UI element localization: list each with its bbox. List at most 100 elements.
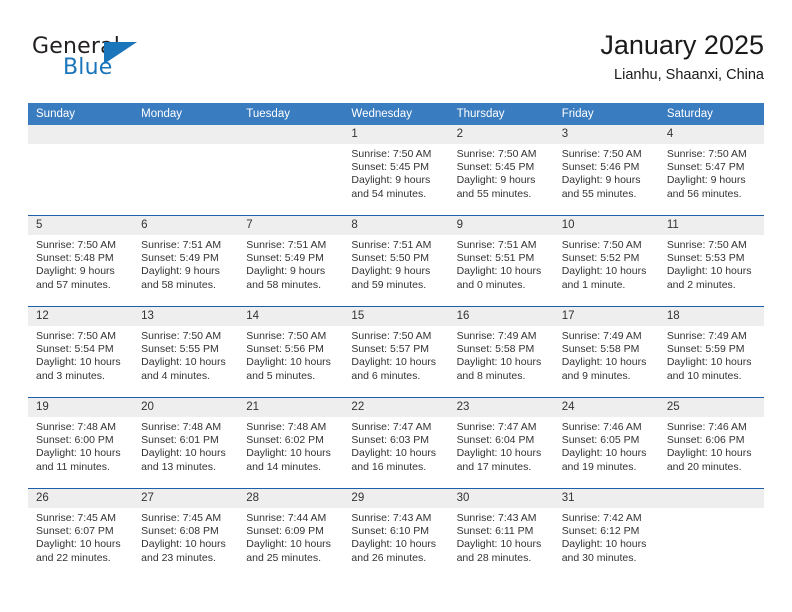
day-cell-inner: 1 Sunrise: 7:50 AM Sunset: 5:45 PM Daylight… [343, 125, 449, 215]
day-number: 23 [448, 398, 554, 417]
sunrise-time: Sunrise: 7:50 AM [36, 239, 116, 251]
day-cell-inner: 21 Sunrise: 7:48 AM Sunset: 6:02 PM Dayligh… [238, 398, 344, 488]
daylight-duration-line2: and 30 minutes. [561, 551, 637, 564]
daylight-duration-line1: Daylight: 10 hours [456, 447, 542, 460]
day-cell-inner: 8 Sunrise: 7:51 AM Sunset: 5:50 PM Daylight… [343, 216, 449, 306]
calendar-day-cell[interactable]: 28 Sunrise: 7:44 AM Sunset: 6:09 PM Dayligh… [238, 488, 344, 579]
calendar-day-cell[interactable]: 6 Sunrise: 7:51 AM Sunset: 5:49 PM Daylight… [133, 215, 239, 307]
daylight-duration-line1: Daylight: 10 hours [351, 356, 437, 369]
day-number: 16 [448, 307, 554, 326]
daylight-duration-line2: and 55 minutes. [456, 187, 532, 200]
daylight-duration-line2: and 6 minutes. [351, 369, 421, 382]
calendar-day-cell[interactable]: 30 Sunrise: 7:43 AM Sunset: 6:11 PM Dayligh… [448, 488, 554, 579]
daylight-duration-line1: Daylight: 10 hours [561, 447, 647, 460]
calendar-day-cell[interactable]: 17 Sunrise: 7:49 AM Sunset: 5:58 PM Dayligh… [553, 306, 659, 398]
daylight-duration-line1: Daylight: 10 hours [561, 265, 647, 278]
day-details: Sunrise: 7:47 AM Sunset: 6:04 PM Daylight:… [449, 417, 554, 474]
day-details: Sunrise: 7:45 AM Sunset: 6:07 PM Daylight:… [28, 508, 133, 565]
calendar-day-cell[interactable]: 25 Sunrise: 7:46 AM Sunset: 6:06 PM Dayligh… [658, 397, 764, 489]
day-cell-inner: 29 Sunrise: 7:43 AM Sunset: 6:10 PM Dayligh… [343, 489, 449, 579]
day-cell-inner: 5 Sunrise: 7:50 AM Sunset: 5:48 PM Daylight… [28, 216, 134, 306]
sunset-time: Sunset: 5:53 PM [666, 252, 745, 265]
page-title: January 2025 [600, 30, 764, 60]
calendar-day-cell-empty [238, 125, 344, 216]
calendar-day-cell[interactable]: 22 Sunrise: 7:47 AM Sunset: 6:03 PM Dayligh… [343, 397, 449, 489]
day-number: 20 [133, 398, 239, 417]
weekday-header-wednesday: Wednesday [343, 103, 449, 125]
brand-name-blue: Blue [63, 55, 113, 80]
calendar-day-cell[interactable]: 1 Sunrise: 7:50 AM Sunset: 5:45 PM Daylight… [343, 125, 449, 216]
day-number: 22 [343, 398, 449, 417]
calendar-day-cell[interactable]: 31 Sunrise: 7:42 AM Sunset: 6:12 PM Dayligh… [553, 488, 659, 579]
day-details: Sunrise: 7:43 AM Sunset: 6:11 PM Daylight:… [449, 508, 554, 565]
calendar-day-cell[interactable]: 21 Sunrise: 7:48 AM Sunset: 6:02 PM Dayligh… [238, 397, 344, 489]
day-cell-inner: 3 Sunrise: 7:50 AM Sunset: 5:46 PM Daylight… [553, 125, 659, 215]
weekday-header-sunday: Sunday [28, 103, 134, 125]
calendar-day-cell[interactable]: 19 Sunrise: 7:48 AM Sunset: 6:00 PM Dayligh… [28, 397, 134, 489]
calendar-day-cell[interactable]: 26 Sunrise: 7:45 AM Sunset: 6:07 PM Dayligh… [28, 488, 134, 579]
calendar-day-cell[interactable]: 3 Sunrise: 7:50 AM Sunset: 5:46 PM Daylight… [553, 125, 659, 216]
sunrise-time: Sunrise: 7:46 AM [561, 421, 642, 433]
sunset-time: Sunset: 5:57 PM [351, 343, 430, 356]
sunrise-time: Sunrise: 7:50 AM [561, 148, 642, 160]
calendar-day-cell[interactable]: 12 Sunrise: 7:50 AM Sunset: 5:54 PM Dayligh… [28, 306, 134, 398]
calendar-day-cell[interactable]: 16 Sunrise: 7:49 AM Sunset: 5:58 PM Dayligh… [448, 306, 554, 398]
calendar-day-cell[interactable]: 5 Sunrise: 7:50 AM Sunset: 5:48 PM Daylight… [28, 215, 134, 307]
day-number [133, 125, 239, 144]
daylight-duration-line2: and 54 minutes. [351, 187, 427, 200]
calendar-day-cell[interactable]: 4 Sunrise: 7:50 AM Sunset: 5:47 PM Daylight… [658, 125, 764, 216]
calendar-day-cell[interactable]: 27 Sunrise: 7:45 AM Sunset: 6:08 PM Dayligh… [133, 488, 239, 579]
daylight-duration-line2: and 56 minutes. [666, 187, 742, 200]
day-cell-inner: 2 Sunrise: 7:50 AM Sunset: 5:45 PM Daylight… [448, 125, 554, 215]
daylight-duration-line2: and 57 minutes. [36, 278, 111, 291]
calendar-day-cell[interactable]: 8 Sunrise: 7:51 AM Sunset: 5:50 PM Daylight… [343, 215, 449, 307]
calendar-day-cell[interactable]: 10 Sunrise: 7:50 AM Sunset: 5:52 PM Dayligh… [553, 215, 659, 307]
day-details: Sunrise: 7:51 AM Sunset: 5:50 PM Daylight:… [343, 235, 448, 292]
calendar-day-cell[interactable]: 9 Sunrise: 7:51 AM Sunset: 5:51 PM Daylight… [448, 215, 554, 307]
calendar-day-cell[interactable]: 13 Sunrise: 7:50 AM Sunset: 5:55 PM Dayligh… [133, 306, 239, 398]
daylight-duration-line1: Daylight: 9 hours [561, 174, 641, 187]
sunset-time: Sunset: 5:55 PM [141, 343, 219, 356]
day-cell-inner: 12 Sunrise: 7:50 AM Sunset: 5:54 PM Dayligh… [28, 307, 134, 397]
calendar-day-cell[interactable]: 18 Sunrise: 7:49 AM Sunset: 5:59 PM Dayligh… [658, 306, 764, 398]
day-cell-inner: 17 Sunrise: 7:49 AM Sunset: 5:58 PM Dayligh… [553, 307, 659, 397]
calendar-day-cell-empty [658, 488, 764, 579]
day-cell-inner: 10 Sunrise: 7:50 AM Sunset: 5:52 PM Dayligh… [553, 216, 659, 306]
calendar-day-cell[interactable]: 2 Sunrise: 7:50 AM Sunset: 5:45 PM Daylight… [448, 125, 554, 216]
daylight-duration-line1: Daylight: 10 hours [141, 356, 226, 369]
day-cell-inner: 18 Sunrise: 7:49 AM Sunset: 5:59 PM Dayligh… [658, 307, 764, 397]
brand-logo[interactable]: General Blue [32, 34, 182, 90]
calendar-day-cell[interactable]: 14 Sunrise: 7:50 AM Sunset: 5:56 PM Dayligh… [238, 306, 344, 398]
daylight-duration-line1: Daylight: 9 hours [141, 265, 220, 278]
day-cell-inner: 30 Sunrise: 7:43 AM Sunset: 6:11 PM Dayligh… [448, 489, 554, 579]
sunrise-time: Sunrise: 7:51 AM [456, 239, 537, 251]
day-cell-inner: 16 Sunrise: 7:49 AM Sunset: 5:58 PM Dayligh… [448, 307, 554, 397]
calendar-table: Sunday Monday Tuesday Wednesday Thursday… [28, 103, 764, 579]
day-cell-inner: 28 Sunrise: 7:44 AM Sunset: 6:09 PM Dayligh… [238, 489, 344, 579]
calendar-day-cell[interactable]: 15 Sunrise: 7:50 AM Sunset: 5:57 PM Dayligh… [343, 306, 449, 398]
calendar-day-cell[interactable]: 20 Sunrise: 7:48 AM Sunset: 6:01 PM Dayligh… [133, 397, 239, 489]
daylight-duration-line2: and 59 minutes. [351, 278, 427, 291]
calendar-day-cell[interactable]: 24 Sunrise: 7:46 AM Sunset: 6:05 PM Dayligh… [553, 397, 659, 489]
sunset-time: Sunset: 5:45 PM [456, 161, 535, 174]
calendar-day-cell[interactable]: 7 Sunrise: 7:51 AM Sunset: 5:49 PM Daylight… [238, 215, 344, 307]
day-number: 13 [133, 307, 239, 326]
day-number [658, 489, 764, 508]
daylight-duration-line1: Daylight: 10 hours [561, 356, 647, 369]
sunrise-time: Sunrise: 7:49 AM [456, 330, 537, 342]
day-details: Sunrise: 7:48 AM Sunset: 6:00 PM Daylight:… [28, 417, 133, 474]
calendar-day-cell[interactable]: 23 Sunrise: 7:47 AM Sunset: 6:04 PM Dayligh… [448, 397, 554, 489]
day-details: Sunrise: 7:42 AM Sunset: 6:12 PM Daylight:… [554, 508, 659, 565]
day-cell-inner: 25 Sunrise: 7:46 AM Sunset: 6:06 PM Dayligh… [658, 398, 764, 488]
daylight-duration-line2: and 20 minutes. [666, 460, 742, 473]
calendar-body: 1 Sunrise: 7:50 AM Sunset: 5:45 PM Daylight… [28, 125, 764, 579]
day-cell-inner: 4 Sunrise: 7:50 AM Sunset: 5:47 PM Daylight… [658, 125, 764, 215]
sunset-time: Sunset: 5:45 PM [351, 161, 430, 174]
sunrise-time: Sunrise: 7:49 AM [561, 330, 642, 342]
day-cell-inner: 31 Sunrise: 7:42 AM Sunset: 6:12 PM Dayligh… [553, 489, 659, 579]
day-cell-inner [28, 125, 134, 215]
day-number: 18 [658, 307, 764, 326]
calendar-day-cell[interactable]: 11 Sunrise: 7:50 AM Sunset: 5:53 PM Dayligh… [658, 215, 764, 307]
calendar-day-cell[interactable]: 29 Sunrise: 7:43 AM Sunset: 6:10 PM Dayligh… [343, 488, 449, 579]
daylight-duration-line2: and 22 minutes. [36, 551, 111, 564]
